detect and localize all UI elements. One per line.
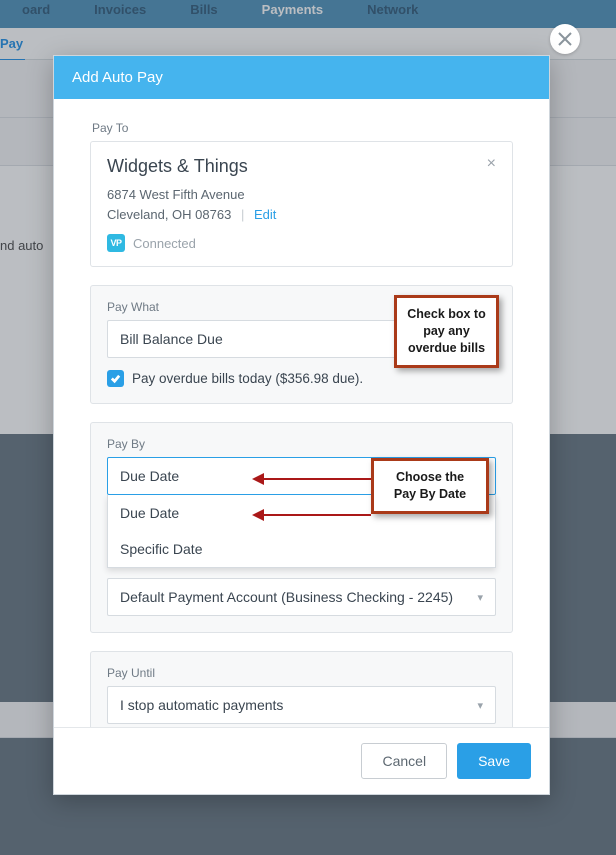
- pay-by-card: Pay By Due Date ▴ Due Date Specific Date…: [90, 422, 513, 633]
- pay-from-value: Default Payment Account (Business Checki…: [120, 589, 453, 605]
- callout-overdue: Check box to pay any overdue bills: [394, 295, 499, 368]
- close-modal-button[interactable]: [550, 24, 580, 54]
- overdue-checkbox[interactable]: [107, 370, 124, 387]
- pay-what-value: Bill Balance Due: [120, 331, 223, 347]
- pay-by-selected: Due Date: [120, 468, 179, 484]
- clear-vendor-button[interactable]: ×: [487, 156, 496, 172]
- cancel-button[interactable]: Cancel: [361, 743, 447, 779]
- connected-status: Connected: [133, 236, 196, 251]
- pay-from-select[interactable]: Default Payment Account (Business Checki…: [107, 578, 496, 616]
- close-icon: [558, 32, 572, 46]
- pay-by-label: Pay By: [107, 437, 496, 451]
- pay-by-option-specific-date[interactable]: Specific Date: [108, 531, 495, 567]
- chevron-down-icon: ▾: [477, 699, 483, 712]
- chevron-down-icon: ▾: [477, 591, 483, 604]
- vendor-address-line1: 6874 West Fifth Avenue: [107, 185, 496, 205]
- pay-until-label: Pay Until: [107, 666, 496, 680]
- vendor-name: Widgets & Things: [107, 156, 496, 177]
- callout-payby: Choose the Pay By Date: [371, 458, 489, 514]
- add-autopay-modal: Add Auto Pay Pay To × Widgets & Things 6…: [53, 55, 550, 795]
- arrow-to-specific-date: [258, 514, 371, 516]
- vendor-address-line2: Cleveland, OH 08763: [107, 207, 231, 222]
- modal-title: Add Auto Pay: [54, 56, 549, 99]
- pay-until-value: I stop automatic payments: [120, 697, 283, 713]
- modal-footer: Cancel Save: [54, 727, 549, 794]
- vendor-address: 6874 West Fifth Avenue Cleveland, OH 087…: [107, 185, 496, 224]
- save-button[interactable]: Save: [457, 743, 531, 779]
- pay-until-card: Pay Until I stop automatic payments ▾: [90, 651, 513, 727]
- pay-to-label: Pay To: [92, 121, 513, 135]
- separator: |: [241, 207, 244, 222]
- vp-badge-icon: VP: [107, 234, 125, 252]
- check-icon: [110, 373, 121, 384]
- arrow-to-due-date: [258, 478, 371, 480]
- overdue-checkbox-label: Pay overdue bills today ($356.98 due).: [132, 371, 363, 386]
- pay-to-card: × Widgets & Things 6874 West Fifth Avenu…: [90, 141, 513, 267]
- pay-until-select[interactable]: I stop automatic payments ▾: [107, 686, 496, 724]
- edit-vendor-link[interactable]: Edit: [254, 207, 276, 222]
